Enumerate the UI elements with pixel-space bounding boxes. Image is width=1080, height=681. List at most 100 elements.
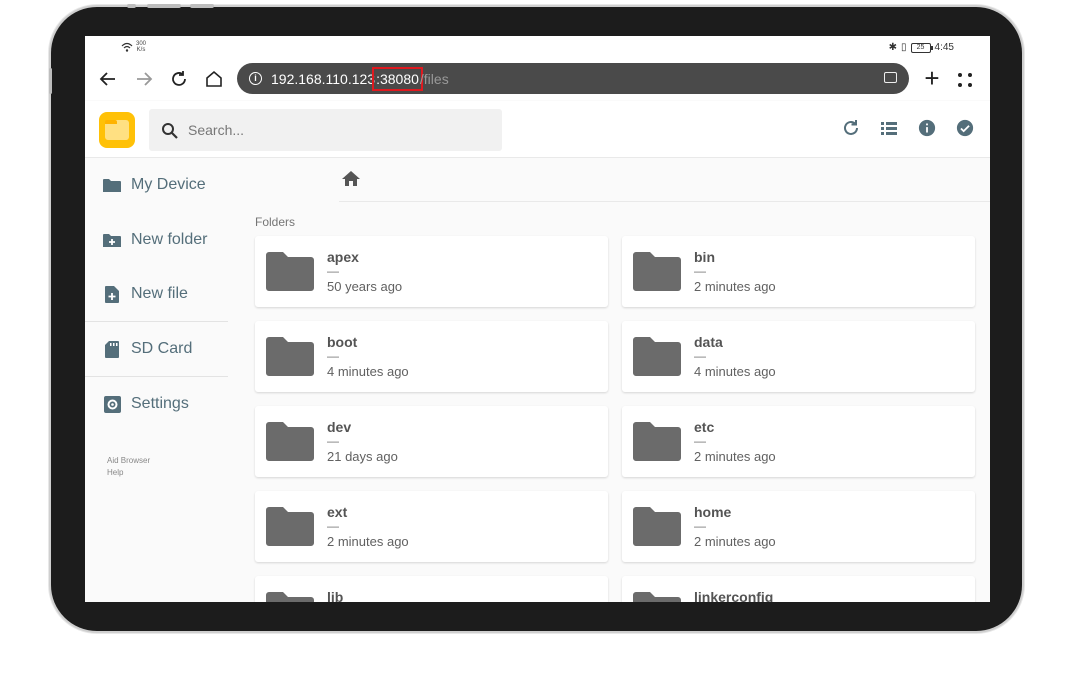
section-heading: Folders <box>255 215 296 229</box>
url-host: 192.168.110.123 <box>271 70 376 87</box>
tablet-side-button <box>49 68 52 94</box>
settings-icon <box>103 395 121 413</box>
sidebar-item-sd-card[interactable]: SD Card <box>85 322 228 376</box>
folder-name: ext <box>327 504 348 520</box>
address-bar[interactable]: i 192.168.110.123:38080/files <box>237 63 909 94</box>
folder-icon <box>633 507 681 546</box>
wifi-icon <box>121 42 133 52</box>
sidebar-item-new-file[interactable]: New file <box>85 267 228 321</box>
tablet-button <box>127 4 136 8</box>
folder-card[interactable]: dev —21 days ago <box>255 406 608 477</box>
folder-card[interactable]: ext —2 minutes ago <box>255 491 608 562</box>
folder-modified: 2 minutes ago <box>694 279 776 294</box>
status-right: ✱ ▯ 25 4:45 <box>889 42 954 53</box>
sidebar: My Device New folder New file SD Card Se… <box>85 158 228 602</box>
folder-modified: 4 minutes ago <box>694 364 776 379</box>
app-logo[interactable] <box>99 112 135 148</box>
new-tab-button[interactable]: + <box>919 64 945 92</box>
tablet-button <box>190 4 214 8</box>
folder-name: linkerconfig <box>694 589 774 602</box>
folder-modified: 2 minutes ago <box>694 534 776 549</box>
back-button[interactable] <box>95 66 121 92</box>
network-speed-unit: K/s <box>136 47 146 53</box>
search-box[interactable] <box>149 109 502 151</box>
folder-icon <box>103 176 121 194</box>
check-circle-icon[interactable] <box>956 119 974 137</box>
info-icon[interactable] <box>918 119 936 137</box>
folder-icon <box>266 337 314 376</box>
folder-icon <box>266 507 314 546</box>
header-actions <box>842 119 974 137</box>
folder-name: data <box>694 334 723 350</box>
sidebar-item-my-device[interactable]: My Device <box>85 158 228 212</box>
folder-card[interactable]: bin —2 minutes ago <box>622 236 975 307</box>
tab-switch-icon[interactable] <box>884 72 897 83</box>
folder-card[interactable]: home —2 minutes ago <box>622 491 975 562</box>
folder-card[interactable]: etc —2 minutes ago <box>622 406 975 477</box>
folder-size: — <box>327 349 339 363</box>
folder-name: apex <box>327 249 359 265</box>
menu-icon[interactable] <box>956 71 974 89</box>
status-left: 300 K/s <box>121 41 146 53</box>
folder-icon <box>266 422 314 461</box>
folder-size: — <box>694 349 706 363</box>
url-path: /files <box>419 70 449 87</box>
browser-toolbar: i 192.168.110.123:38080/files + <box>85 60 990 100</box>
folder-icon <box>633 252 681 291</box>
folder-card[interactable]: apex —50 years ago <box>255 236 608 307</box>
folder-size: — <box>327 264 339 278</box>
footer-help-link[interactable]: Help <box>107 467 150 479</box>
new-folder-icon <box>103 231 121 249</box>
folder-name: home <box>694 504 732 520</box>
info-icon[interactable]: i <box>249 72 262 85</box>
vibrate-icon: ▯ <box>901 42 907 53</box>
folder-size: — <box>694 519 706 533</box>
url-port: :38080 <box>372 66 423 91</box>
forward-button[interactable] <box>131 66 157 92</box>
folder-modified: 4 minutes ago <box>327 364 409 379</box>
folder-size: — <box>694 434 706 448</box>
folder-icon <box>266 592 314 602</box>
sidebar-footer: Aid Browser Help <box>107 455 150 479</box>
folder-name: bin <box>694 249 715 265</box>
sidebar-item-label: Settings <box>131 395 189 412</box>
arrow-left-icon <box>99 72 115 86</box>
folder-modified: 2 minutes ago <box>327 534 409 549</box>
home-icon[interactable] <box>341 169 361 189</box>
arrow-right-icon <box>137 72 153 86</box>
breadcrumb <box>339 158 990 202</box>
search-icon <box>162 122 178 139</box>
folder-modified: 21 days ago <box>327 449 398 464</box>
footer-credit[interactable]: Aid Browser <box>107 455 150 467</box>
folder-name: etc <box>694 419 715 435</box>
app-header <box>85 101 990 158</box>
folder-icon <box>633 422 681 461</box>
folder-card[interactable]: linkerconfig <box>622 576 975 602</box>
reload-icon[interactable] <box>842 119 860 137</box>
folder-name: dev <box>327 419 352 435</box>
tablet-button <box>147 4 181 8</box>
folder-card[interactable]: lib <box>255 576 608 602</box>
sidebar-item-label: New file <box>131 285 188 302</box>
sidebar-item-label: My Device <box>131 176 206 193</box>
folder-size: — <box>694 264 706 278</box>
folder-card[interactable]: data —4 minutes ago <box>622 321 975 392</box>
status-bar: 300 K/s ✱ ▯ 25 4:45 <box>85 36 990 60</box>
clock: 4:45 <box>934 42 954 53</box>
sidebar-item-label: New folder <box>131 231 208 248</box>
screen: 300 K/s ✱ ▯ 25 4:45 i 192.168.110.123:38… <box>85 36 990 602</box>
sidebar-item-settings[interactable]: Settings <box>85 377 228 431</box>
folder-modified: 50 years ago <box>327 279 403 294</box>
sd-card-icon <box>103 340 121 358</box>
folder-modified: 2 minutes ago <box>694 449 776 464</box>
reload-button[interactable] <box>166 66 192 92</box>
bluetooth-icon: ✱ <box>888 42 898 53</box>
list-view-icon[interactable] <box>880 119 898 137</box>
sidebar-item-new-folder[interactable]: New folder <box>85 213 228 267</box>
folder-card[interactable]: boot —4 minutes ago <box>255 321 608 392</box>
search-input[interactable] <box>188 122 488 138</box>
sidebar-item-label: SD Card <box>131 340 193 357</box>
home-button[interactable] <box>201 66 227 92</box>
folder-size: — <box>327 434 339 448</box>
network-speed: 300 K/s <box>136 41 146 53</box>
